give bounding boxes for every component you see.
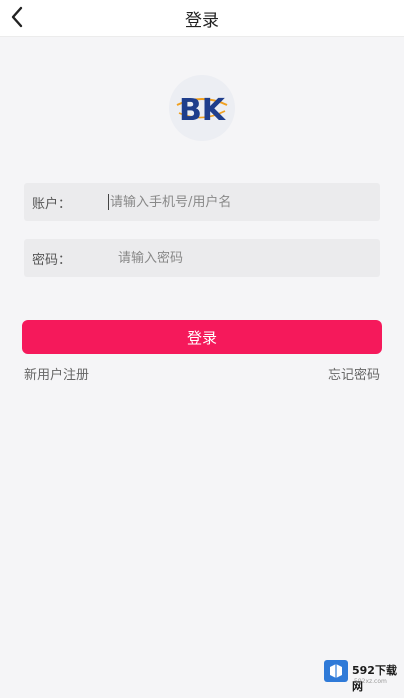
register-link[interactable]: 新用户注册: [24, 364, 89, 383]
logo-mark: BK: [179, 93, 227, 128]
watermark: 592下载网 592xz.com: [324, 656, 400, 693]
password-field: 密码：: [24, 239, 380, 277]
watermark-logo-icon: [324, 660, 348, 682]
page-title: 登录: [185, 11, 219, 31]
top-bar: 登录: [0, 0, 404, 37]
text-cursor: [108, 194, 109, 210]
password-label: 密码：: [32, 253, 72, 268]
account-label: 账户：: [32, 197, 72, 212]
password-input[interactable]: [118, 239, 370, 277]
account-field: 账户：: [24, 183, 380, 221]
watermark-subtext: 592xz.com: [354, 678, 387, 685]
app-logo: BK: [169, 75, 235, 141]
account-input[interactable]: [110, 183, 370, 221]
forgot-password-link[interactable]: 忘记密码: [328, 364, 380, 383]
login-button[interactable]: 登录: [22, 320, 382, 354]
